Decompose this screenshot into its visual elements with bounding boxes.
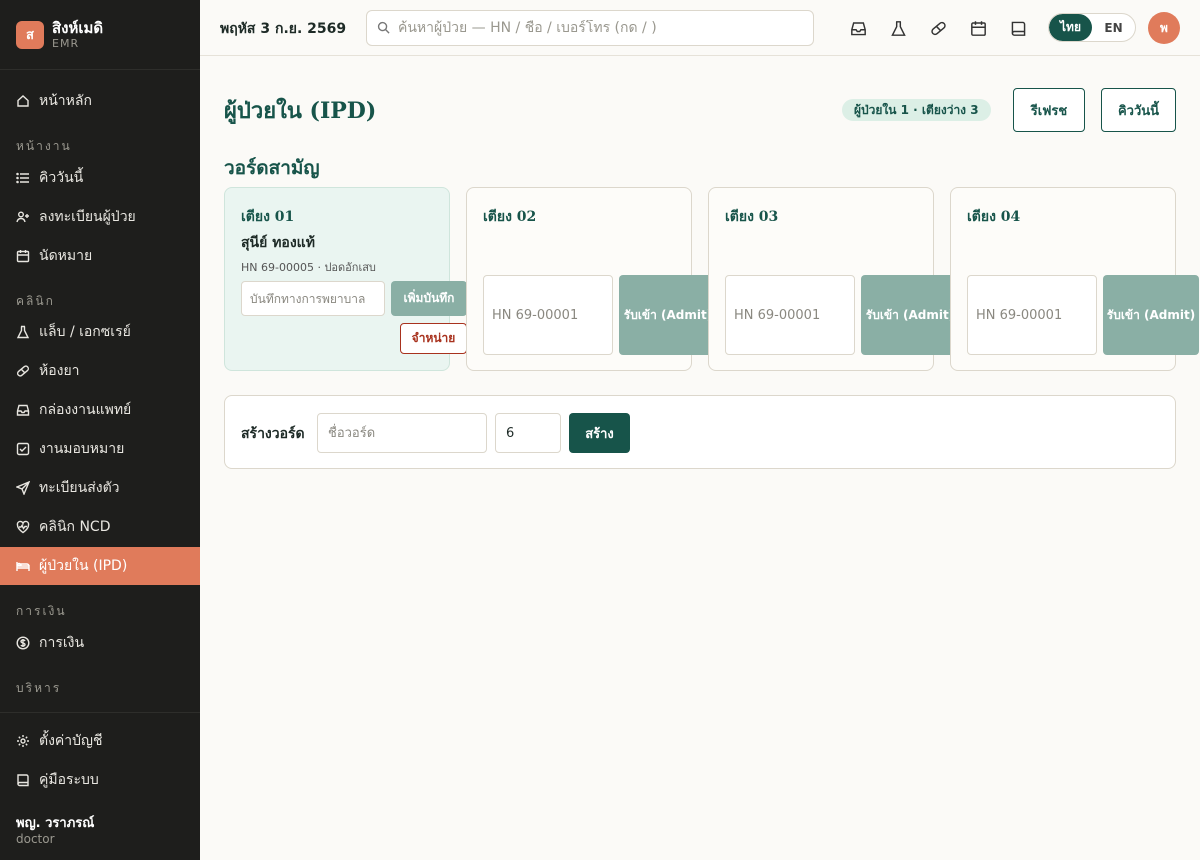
ward-name-input[interactable] [317,413,487,453]
pill-icon [16,364,30,378]
sidebar-item-ipd[interactable]: ผู้ป่วยใน (IPD) [0,547,200,585]
bed-card-03: เตียง 03 รับเข้า (Admit) [708,187,959,371]
refresh-button[interactable]: รีเฟรช [1013,88,1085,132]
add-note-button[interactable]: เพิ่มบันทึก [391,281,467,316]
inbox-icon[interactable] [848,18,868,38]
nursing-note-input[interactable] [241,281,385,316]
sidebar-item-label: การเงิน [39,635,85,651]
search-input[interactable] [398,20,798,36]
queue-today-button[interactable]: คิววันนี้ [1101,88,1176,132]
sidebar-item-label: นัดหมาย [39,248,93,264]
create-ward-button[interactable]: สร้าง [569,413,630,453]
sidebar-item-pharmacy[interactable]: ห้องยา [0,352,200,390]
sidebar-item-home[interactable]: หน้าหลัก [0,82,200,120]
brand-name: สิงห์เมดิ [52,18,104,37]
bed-label: เตียง 03 [725,209,779,225]
brand-logo: ส [16,20,44,49]
user-plus-icon [16,210,30,224]
brand-subtitle: EMR [52,36,80,50]
nav-section-clinic: คลินิก [16,294,55,308]
admit-button[interactable]: รับเข้า (Admit) [619,275,717,355]
dollar-circle-icon [16,636,30,650]
hn-input[interactable] [483,275,613,355]
bed-card-04: เตียง 04 รับเข้า (Admit) [950,187,1199,371]
calendar-icon[interactable] [968,18,988,38]
hn-input[interactable] [967,275,1097,355]
ward-title: วอร์ดสามัญ [224,157,320,179]
patient-name[interactable]: สุนีย์ ทองแท้ [241,232,315,254]
search-box[interactable] [366,10,814,46]
sidebar-item-appointments[interactable]: นัดหมาย [0,237,200,275]
sidebar-item-inbox[interactable]: กล่องงานแพทย์ [0,391,200,429]
sidebar-item-register[interactable]: ลงทะเบียนผู้ป่วย [0,198,200,236]
sidebar-item-label: กล่องงานแพทย์ [39,402,132,418]
sidebar-item-settings[interactable]: ตั้งค่าบัญชี [0,722,200,760]
bed-card-02: เตียง 02 รับเข้า (Admit) [466,187,717,371]
bed-icon [16,559,30,573]
bed-label: เตียง 02 [483,209,537,225]
inbox-icon [16,403,30,417]
sidebar-item-lab[interactable]: แล็บ / เอกซเรย์ [0,313,200,351]
sidebar-item-billing[interactable]: การเงิน [0,624,200,662]
sidebar-item-label: แล็บ / เอกซเรย์ [39,324,131,340]
status-badge: ผู้ป่วยใน 1 · เตียงว่าง 3 [842,99,991,121]
language-toggle: ไทย EN [1048,13,1136,42]
user-role: doctor [16,832,55,846]
sidebar: ส สิงห์เมดิ EMR หน้าหลัก หน้างาน คิววันน… [0,0,200,860]
sidebar-item-ncd[interactable]: คลินิก NCD [0,508,200,546]
sidebar-item-label: คู่มือระบบ [39,772,99,788]
bed-label: เตียง 04 [967,209,1021,225]
sidebar-item-referral[interactable]: ทะเบียนส่งตัว [0,469,200,507]
search-icon [377,19,390,38]
nav-section-finance: การเงิน [16,604,67,618]
book-icon[interactable] [1008,18,1028,38]
sidebar-item-tasks[interactable]: งานมอบหมาย [0,430,200,468]
sidebar-item-label: คิววันนี้ [39,170,84,186]
sidebar-item-queue[interactable]: คิววันนี้ [0,159,200,197]
heart-pulse-icon [16,520,30,534]
flask-icon[interactable] [888,18,908,38]
create-ward-panel: สร้างวอร์ด สร้าง [224,395,1176,469]
list-icon [16,171,30,185]
bed-label: เตียง 01 [241,209,295,225]
user-name: พญ. วราภรณ์ [16,816,95,831]
top-bar: พฤหัส 3 ก.ย. 2569 ไทย EN พ [200,0,1200,56]
book-icon [16,773,30,787]
page-title: ผู้ป่วยใน (IPD) [224,98,377,124]
current-date: พฤหัส 3 ก.ย. 2569 [220,21,347,37]
flask-icon [16,325,30,339]
calendar-icon [16,249,30,263]
bed-count-input[interactable] [495,413,561,453]
checkbox-icon [16,442,30,456]
hn-input[interactable] [725,275,855,355]
home-icon [16,94,30,108]
nav-section-admin: บริหาร [16,681,62,695]
lang-english-button[interactable]: EN [1092,14,1135,41]
sidebar-item-label: ทะเบียนส่งตัว [39,480,120,496]
discharge-button[interactable]: จำหน่าย [400,323,467,354]
sidebar-item-label: ตั้งค่าบัญชี [39,733,103,749]
send-icon [16,481,30,495]
sidebar-item-manual[interactable]: คู่มือระบบ [0,761,200,799]
sidebar-item-label: หน้าหลัก [39,93,92,109]
patient-meta: HN 69-00005 · ปอดอักเสบ [241,261,376,274]
pill-icon[interactable] [928,18,948,38]
sidebar-item-label: งานมอบหมาย [39,441,125,457]
admit-button[interactable]: รับเข้า (Admit) [861,275,959,355]
sidebar-item-label: ลงทะเบียนผู้ป่วย [39,209,136,225]
sidebar-item-label: คลินิก NCD [39,519,111,535]
lang-thai-button[interactable]: ไทย [1049,14,1092,41]
sidebar-item-label: ห้องยา [39,363,80,379]
nav-section-work: หน้างาน [16,139,72,153]
sidebar-item-label: ผู้ป่วยใน (IPD) [39,558,128,574]
avatar[interactable]: พ [1148,12,1180,44]
create-ward-label: สร้างวอร์ด [241,426,305,442]
sidebar-divider [0,712,200,713]
bed-card-01: เตียง 01 สุนีย์ ทองแท้ HN 69-00005 · ปอด… [224,187,467,371]
brand[interactable]: ส สิงห์เมดิ EMR [0,0,200,70]
gear-icon [16,734,30,748]
admit-button[interactable]: รับเข้า (Admit) [1103,275,1199,355]
